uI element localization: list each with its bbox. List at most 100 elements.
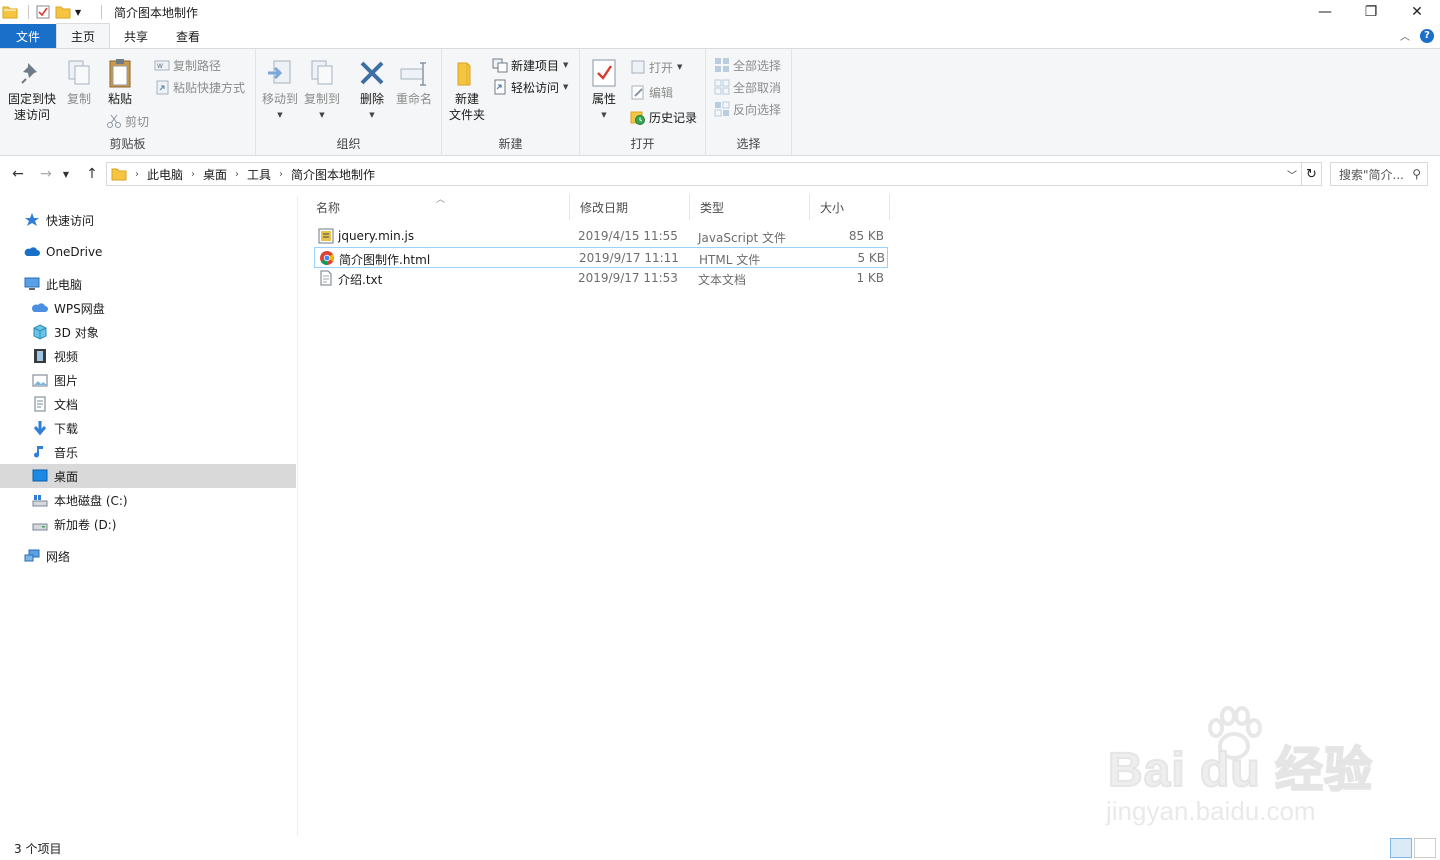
drive-icon [32,492,48,508]
cut-button[interactable]: 剪切 [106,111,149,131]
search-box[interactable]: 搜索"简介... ⚲ [1330,162,1428,186]
select-none-icon [714,79,730,95]
nav-new-volume-d[interactable]: 新加卷 (D:) [0,512,296,536]
new-folder-label-2: 文件夹 [448,108,485,122]
status-bar: 3 个项目 [0,836,1440,860]
refresh-button[interactable]: ↻ [1302,162,1322,186]
chevron-down-icon: ▼ [369,111,375,119]
select-group: 全部选择 全部取消 反向选择 选择 [706,49,792,156]
file-type: JavaScript 文件 [698,231,786,245]
nav-downloads[interactable]: 下载 [0,416,296,440]
new-folder-icon[interactable] [55,4,71,20]
details-view-button[interactable] [1390,838,1412,858]
folder-icon [2,4,18,20]
nav-network[interactable]: 网络 [0,544,296,568]
copy-to-icon [307,57,337,89]
breadcrumb-desktop[interactable]: 桌面 [203,166,227,183]
select-group-label: 选择 [736,137,761,151]
download-icon [32,420,48,436]
nav-desktop[interactable]: 桌面 [0,464,296,488]
edit-button[interactable]: 编辑 [630,82,673,102]
minimize-button[interactable]: — [1302,0,1348,24]
help-icon[interactable]: ? [1420,28,1434,43]
breadcrumb-separator[interactable]: › [235,169,239,180]
column-header-size[interactable]: 大小 [810,194,890,220]
close-button[interactable]: ✕ [1394,0,1440,24]
up-button[interactable]: ↑ [82,164,102,184]
pin-quick-access-button[interactable]: 固定到快 速访问 [6,57,58,123]
breadcrumb-tools[interactable]: 工具 [247,166,271,183]
recent-locations-button[interactable]: ▼ [60,164,72,184]
column-header-name[interactable]: 名称 ︿ [306,194,570,220]
nav-label: 本地磁盘 (C:) [54,493,128,508]
paste-shortcut-button[interactable]: 粘贴快捷方式 [154,77,245,97]
large-icons-view-button[interactable] [1414,838,1436,858]
nav-videos[interactable]: 视频 [0,344,296,368]
copy-button[interactable]: 复制 [62,57,96,107]
text-file-icon [318,270,334,286]
address-bar[interactable]: › 此电脑 › 桌面 › 工具 › 简介图本地制作 ﹀ [106,162,1302,186]
rename-button[interactable]: 重命名 [394,57,434,107]
easy-access-button[interactable]: 轻松访问 ▼ [492,77,568,97]
tab-home[interactable]: 主页 [56,23,111,48]
properties-icon[interactable] [35,4,51,20]
table-row[interactable]: jquery.min.js 2019/4/15 11:55 JavaScript… [314,226,888,247]
select-all-button[interactable]: 全部选择 [714,55,781,75]
select-none-button[interactable]: 全部取消 [714,77,781,97]
chevron-down-icon: ▼ [563,83,569,91]
new-item-button[interactable]: 新建项目 ▼ [492,55,568,75]
chevron-down-icon[interactable]: ﹀ [1287,167,1297,182]
breadcrumb-current-folder[interactable]: 简介图本地制作 [291,166,375,183]
nav-quick-access[interactable]: 快速访问 [0,208,296,232]
delete-button[interactable]: 删除 ▼ [356,57,388,123]
nav-documents[interactable]: 文档 [0,392,296,416]
column-header-type[interactable]: 类型 [690,194,810,220]
properties-button[interactable]: 属性 ▼ [588,57,620,123]
breadcrumb-separator[interactable]: › [279,169,283,180]
nav-this-pc[interactable]: 此电脑 [0,272,296,296]
breadcrumb-this-pc[interactable]: 此电脑 [147,166,183,183]
chevron-up-icon[interactable]: ︿ [1400,28,1410,43]
forward-button[interactable]: → [36,164,56,184]
select-all-label: 全部选择 [733,58,782,73]
table-row[interactable]: 介绍.txt 2019/9/17 11:53 文本文档 1 KB [314,268,888,289]
clipboard-group: 固定到快 速访问 复制 粘贴 W 复制路径 粘贴快捷方式 剪切 剪贴板 [0,49,256,156]
tab-file[interactable]: 文件 [0,24,56,48]
invert-selection-button[interactable]: 反向选择 [714,99,781,119]
table-row[interactable]: 简介图制作.html 2019/9/17 11:11 HTML 文件 5 KB [314,247,888,268]
sort-ascending-icon: ︿ [436,195,446,205]
nav-label: 图片 [54,373,79,388]
music-note-icon [32,444,48,460]
nav-onedrive[interactable]: OneDrive [0,240,296,264]
nav-pictures[interactable]: 图片 [0,368,296,392]
edit-label: 编辑 [649,85,674,100]
breadcrumb-separator[interactable]: › [135,169,139,180]
back-button[interactable]: ← [8,164,28,184]
chevron-down-icon: ▼ [563,61,569,69]
paste-button[interactable]: 粘贴 [102,57,138,107]
new-folder-button[interactable]: 新建 文件夹 [446,57,488,123]
paste-shortcut-label: 粘贴快捷方式 [173,80,246,95]
history-label: 历史记录 [649,110,698,125]
nav-local-disk-c[interactable]: 本地磁盘 (C:) [0,488,296,512]
divider [101,5,102,19]
breadcrumb-separator[interactable]: › [191,169,195,180]
nav-label: 此电脑 [46,277,83,292]
column-header-date[interactable]: 修改日期 [570,194,690,220]
tab-share[interactable]: 共享 [110,24,162,48]
copy-path-button[interactable]: W 复制路径 [154,55,221,75]
navigation-pane: 快速访问 OneDrive 此电脑 WPS网盘 3D 对象 视频 图片 文档 下… [0,196,298,836]
nav-3d-objects[interactable]: 3D 对象 [0,320,296,344]
nav-music[interactable]: 音乐 [0,440,296,464]
move-to-button[interactable]: 移动到 ▼ [260,57,300,123]
chevron-down-icon[interactable]: ▼ [75,4,91,20]
file-name: jquery.min.js [338,229,415,243]
tab-view[interactable]: 查看 [162,24,214,48]
nav-wps[interactable]: WPS网盘 [0,296,296,320]
maximize-button[interactable]: ❐ [1348,0,1394,24]
history-button[interactable]: 历史记录 [630,107,697,127]
open-button[interactable]: 打开 ▼ [630,57,682,77]
copy-to-label: 复制到 [303,92,340,106]
picture-icon [32,372,48,388]
copy-to-button[interactable]: 复制到 ▼ [302,57,342,123]
